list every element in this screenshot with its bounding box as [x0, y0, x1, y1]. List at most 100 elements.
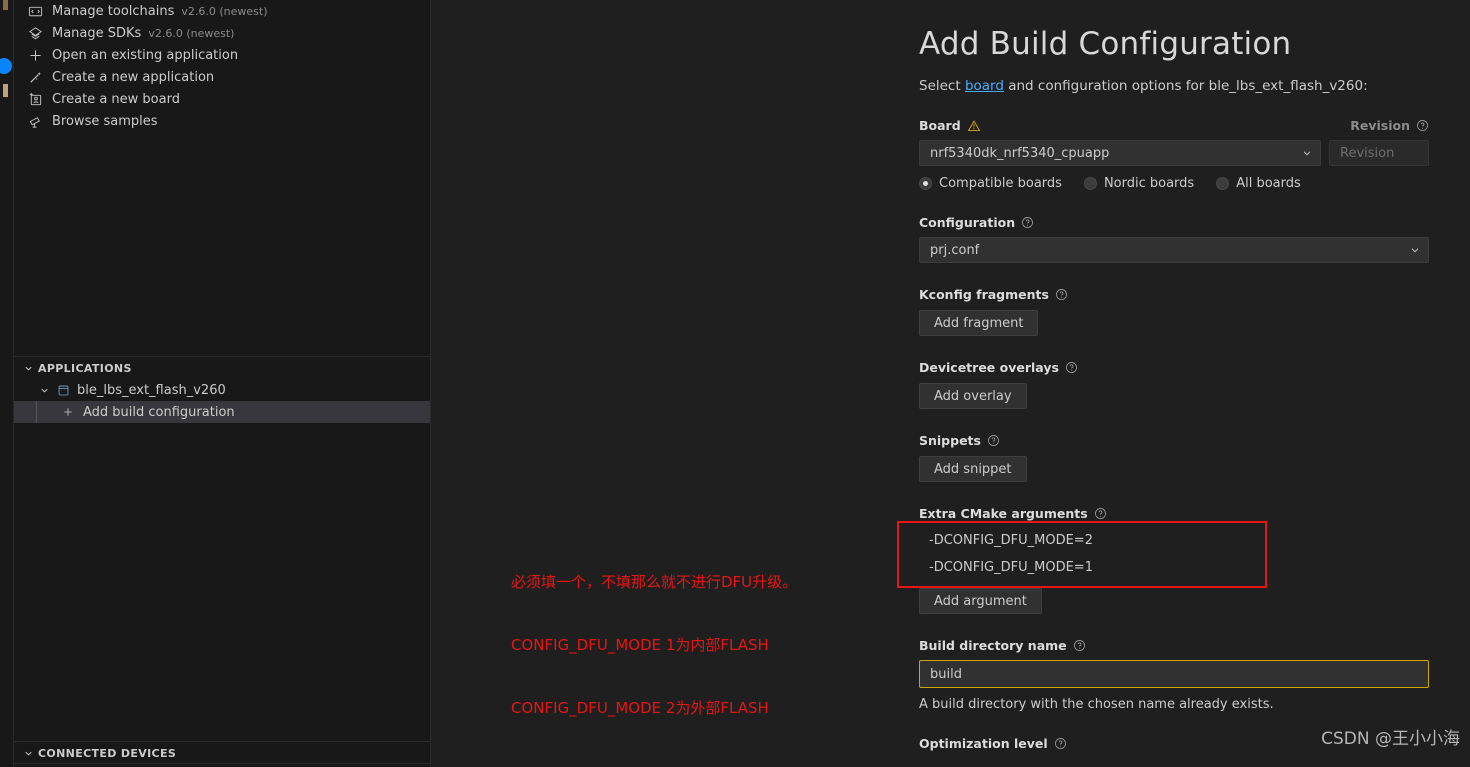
sidebar-item-create-new-application[interactable]: Create a new application: [14, 66, 430, 88]
cmake-argument-row[interactable]: -DCONFIG_DFU_MODE=2: [919, 527, 1429, 554]
radio-nordic-boards[interactable]: Nordic boards: [1083, 176, 1194, 191]
board-value: nrf5340dk_nrf5340_cpuapp: [930, 145, 1110, 161]
build-directory-label-group: Build directory name: [919, 638, 1086, 653]
board-link[interactable]: board: [965, 78, 1004, 94]
sidebar-item-label: Create a new application: [52, 69, 215, 85]
help-icon[interactable]: [1065, 361, 1078, 374]
sidebar-item-create-new-board[interactable]: Create a new board: [14, 88, 430, 110]
sidebar-item-browse-samples[interactable]: Browse samples: [14, 110, 430, 132]
revision-label-group: Revision: [1350, 118, 1429, 133]
chevron-down-icon: [1301, 147, 1313, 159]
annotation-line-2: CONFIG_DFU_MODE 1为内部FLASH: [511, 636, 769, 654]
snippets-label-group: Snippets: [919, 433, 1000, 448]
board-select[interactable]: nrf5340dk_nrf5340_cpuapp: [919, 140, 1321, 166]
chevron-down-icon: [20, 745, 36, 761]
add-build-configuration-label: Add build configuration: [83, 404, 235, 420]
add-build-configuration-form: Add Build Configuration Select board and…: [897, 25, 1429, 751]
wand-icon: [26, 69, 44, 85]
configuration-select[interactable]: prj.conf: [919, 237, 1429, 263]
section-header-connected-devices[interactable]: CONNECTED DEVICES: [14, 742, 430, 764]
add-argument-button[interactable]: Add argument: [919, 588, 1042, 614]
sidebar-item-open-existing-application[interactable]: Open an existing application: [14, 44, 430, 66]
sidebar-item-version: v2.6.0 (newest): [181, 4, 268, 18]
sidebar-item-label: Open an existing application: [52, 47, 239, 63]
configuration-value: prj.conf: [930, 242, 980, 258]
cmake-argument-value: -DCONFIG_DFU_MODE=1: [929, 560, 1093, 575]
devicetree-overlays-label-row: Devicetree overlays: [919, 360, 1429, 375]
activity-badge[interactable]: [0, 58, 12, 74]
configuration-label-group: Configuration: [919, 215, 1034, 230]
help-icon[interactable]: [1055, 288, 1068, 301]
kconfig-fragments-label-row: Kconfig fragments: [919, 287, 1429, 302]
help-icon[interactable]: [1094, 507, 1107, 520]
sidebar-item-version: v2.6.0 (newest): [148, 26, 235, 40]
sidebar-item-label: Manage SDKs: [52, 25, 142, 41]
warning-icon: [967, 119, 981, 133]
extra-cmake-arguments-list: -DCONFIG_DFU_MODE=2 -DCONFIG_DFU_MODE=1: [897, 521, 1429, 588]
optimization-level-label-row: Optimization level: [919, 736, 1429, 751]
application-name: ble_lbs_ext_flash_v260: [77, 382, 226, 398]
configuration-label: Configuration: [919, 215, 1016, 230]
annotation-line-1: 必须填一个，不填那么就不进行DFU升级。: [511, 573, 798, 591]
activity-marker-top: [3, 0, 8, 10]
subtitle-suffix: and configuration options for ble_lbs_ex…: [1003, 78, 1368, 94]
telescope-icon: [26, 113, 44, 129]
tree-row-add-build-configuration[interactable]: Add build configuration: [14, 401, 430, 423]
sidebar-item-label: Manage toolchains: [52, 3, 175, 19]
radio-dot: [1083, 177, 1097, 190]
revision-label: Revision: [1350, 118, 1410, 133]
extra-cmake-arguments-label: Extra CMake arguments: [919, 506, 1088, 521]
cmake-argument-row[interactable]: -DCONFIG_DFU_MODE=1: [919, 554, 1429, 581]
help-icon[interactable]: [1021, 216, 1034, 229]
board-label-row: Board Revision: [919, 118, 1429, 133]
board-label: Board: [919, 118, 961, 133]
sidebar-item-label: Create a new board: [52, 91, 180, 107]
help-icon[interactable]: [1054, 737, 1067, 750]
help-icon[interactable]: [987, 434, 1000, 447]
configuration-label-row: Configuration: [919, 215, 1429, 230]
tree-row-application[interactable]: ble_lbs_ext_flash_v260: [14, 379, 430, 401]
board-row: nrf5340dk_nrf5340_cpuapp Revision: [919, 140, 1429, 166]
board-filter-radio-group: Compatible boards Nordic boards All boar…: [919, 176, 1429, 191]
help-icon[interactable]: [1416, 119, 1429, 132]
radio-all-boards[interactable]: All boards: [1216, 176, 1301, 191]
add-overlay-button[interactable]: Add overlay: [919, 383, 1027, 409]
page-title: Add Build Configuration: [919, 26, 1292, 62]
radio-dot: [919, 177, 932, 190]
app-window: Manage toolchains v2.6.0 (newest) Manage…: [0, 0, 1470, 767]
new-board-icon: [26, 91, 44, 107]
annotation-text: 必须填一个，不填那么就不进行DFU升级。 CONFIG_DFU_MODE 1为内…: [511, 530, 797, 761]
annotation-line-3: CONFIG_DFU_MODE 2为外部FLASH: [511, 699, 769, 717]
board-label-group: Board: [919, 118, 981, 133]
radio-compatible-boards[interactable]: Compatible boards: [919, 176, 1062, 191]
help-icon[interactable]: [1073, 639, 1086, 652]
subtitle-prefix: Select: [919, 78, 965, 94]
extra-cmake-arguments-label-row: Extra CMake arguments: [919, 506, 1429, 521]
optimization-level-label-group: Optimization level: [919, 736, 1067, 751]
kconfig-fragments-label: Kconfig fragments: [919, 287, 1049, 302]
indent-guide: [36, 401, 37, 423]
sidebar-item-manage-toolchains[interactable]: Manage toolchains v2.6.0 (newest): [14, 0, 430, 22]
plus-icon: [60, 404, 76, 420]
activity-marker: [3, 84, 8, 97]
section-header-applications[interactable]: APPLICATIONS: [14, 357, 430, 379]
sidebar-item-manage-sdks[interactable]: Manage SDKs v2.6.0 (newest): [14, 22, 430, 44]
section-title: CONNECTED DEVICES: [38, 746, 177, 760]
build-directory-input[interactable]: [919, 660, 1429, 688]
snippets-label: Snippets: [919, 433, 981, 448]
revision-placeholder: Revision: [1340, 145, 1395, 161]
configuration-row: prj.conf: [919, 237, 1429, 263]
sdk-icon: [26, 25, 44, 41]
sidebar-item-label: Browse samples: [52, 113, 158, 129]
add-fragment-button[interactable]: Add fragment: [919, 310, 1039, 336]
chevron-down-icon: [36, 382, 52, 398]
build-directory-label-row: Build directory name: [919, 638, 1429, 653]
devicetree-overlays-label: Devicetree overlays: [919, 360, 1059, 375]
add-snippet-button[interactable]: Add snippet: [919, 456, 1027, 482]
optimization-level-label: Optimization level: [919, 736, 1048, 751]
divider: [14, 763, 430, 764]
chevron-down-icon: [20, 360, 36, 376]
build-directory-help-text: A build directory with the chosen name a…: [919, 697, 1274, 712]
revision-input[interactable]: Revision: [1329, 140, 1429, 166]
form-subtitle: Select board and configuration options f…: [919, 78, 1429, 94]
